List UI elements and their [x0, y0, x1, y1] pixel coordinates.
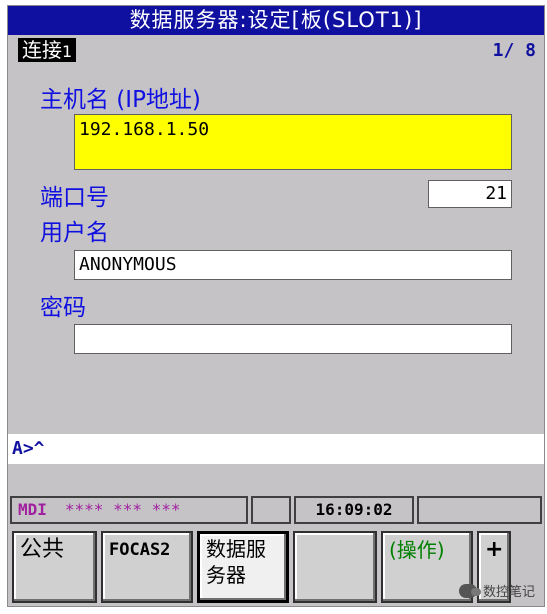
port-input[interactable]: 21 — [428, 180, 512, 208]
password-input[interactable] — [74, 324, 512, 354]
password-label: 密码 — [40, 295, 86, 321]
status-empty-cell-2 — [417, 496, 542, 524]
mode-indicator: MDI — [18, 500, 47, 519]
command-line[interactable]: A>^ — [8, 434, 544, 464]
connection-label-text: 连接 — [22, 38, 62, 62]
user-input[interactable]: ANONYMOUS — [74, 250, 512, 280]
softkey-data-server[interactable]: 数据服务器 — [197, 531, 289, 603]
status-empty-cell — [251, 496, 291, 524]
connection-number: 1 — [62, 42, 73, 61]
port-label: 端口号 — [40, 185, 109, 211]
connection-label: 连接1 — [18, 38, 77, 62]
watermark-text: 数控笔记 — [482, 585, 535, 600]
status-bar: MDI **** *** *** 16:09:02 — [8, 496, 544, 526]
mode-status: MDI **** *** *** — [10, 496, 248, 524]
clock: 16:09:02 — [294, 496, 414, 524]
screen-title: 数据服务器:设定[板(SLOT1)] — [8, 6, 544, 35]
host-label: 主机名 (IP地址) — [40, 87, 201, 113]
watermark: 数控笔记 — [458, 581, 535, 600]
softkey-focas2[interactable]: FOCAS2 — [101, 531, 193, 603]
softkey-common[interactable]: 公共 — [12, 531, 97, 603]
softkey-empty[interactable] — [293, 531, 377, 603]
chat-bubble-icon — [458, 583, 481, 598]
status-placeholder: **** *** *** — [64, 500, 181, 519]
cnc-screen: 数据服务器:设定[板(SLOT1)] 连接1 1/ 8 主机名 (IP地址) 1… — [7, 5, 545, 607]
host-input[interactable]: 192.168.1.50 — [74, 114, 512, 170]
page-indicator: 1/ 8 — [492, 40, 536, 61]
user-label: 用户名 — [40, 220, 109, 246]
